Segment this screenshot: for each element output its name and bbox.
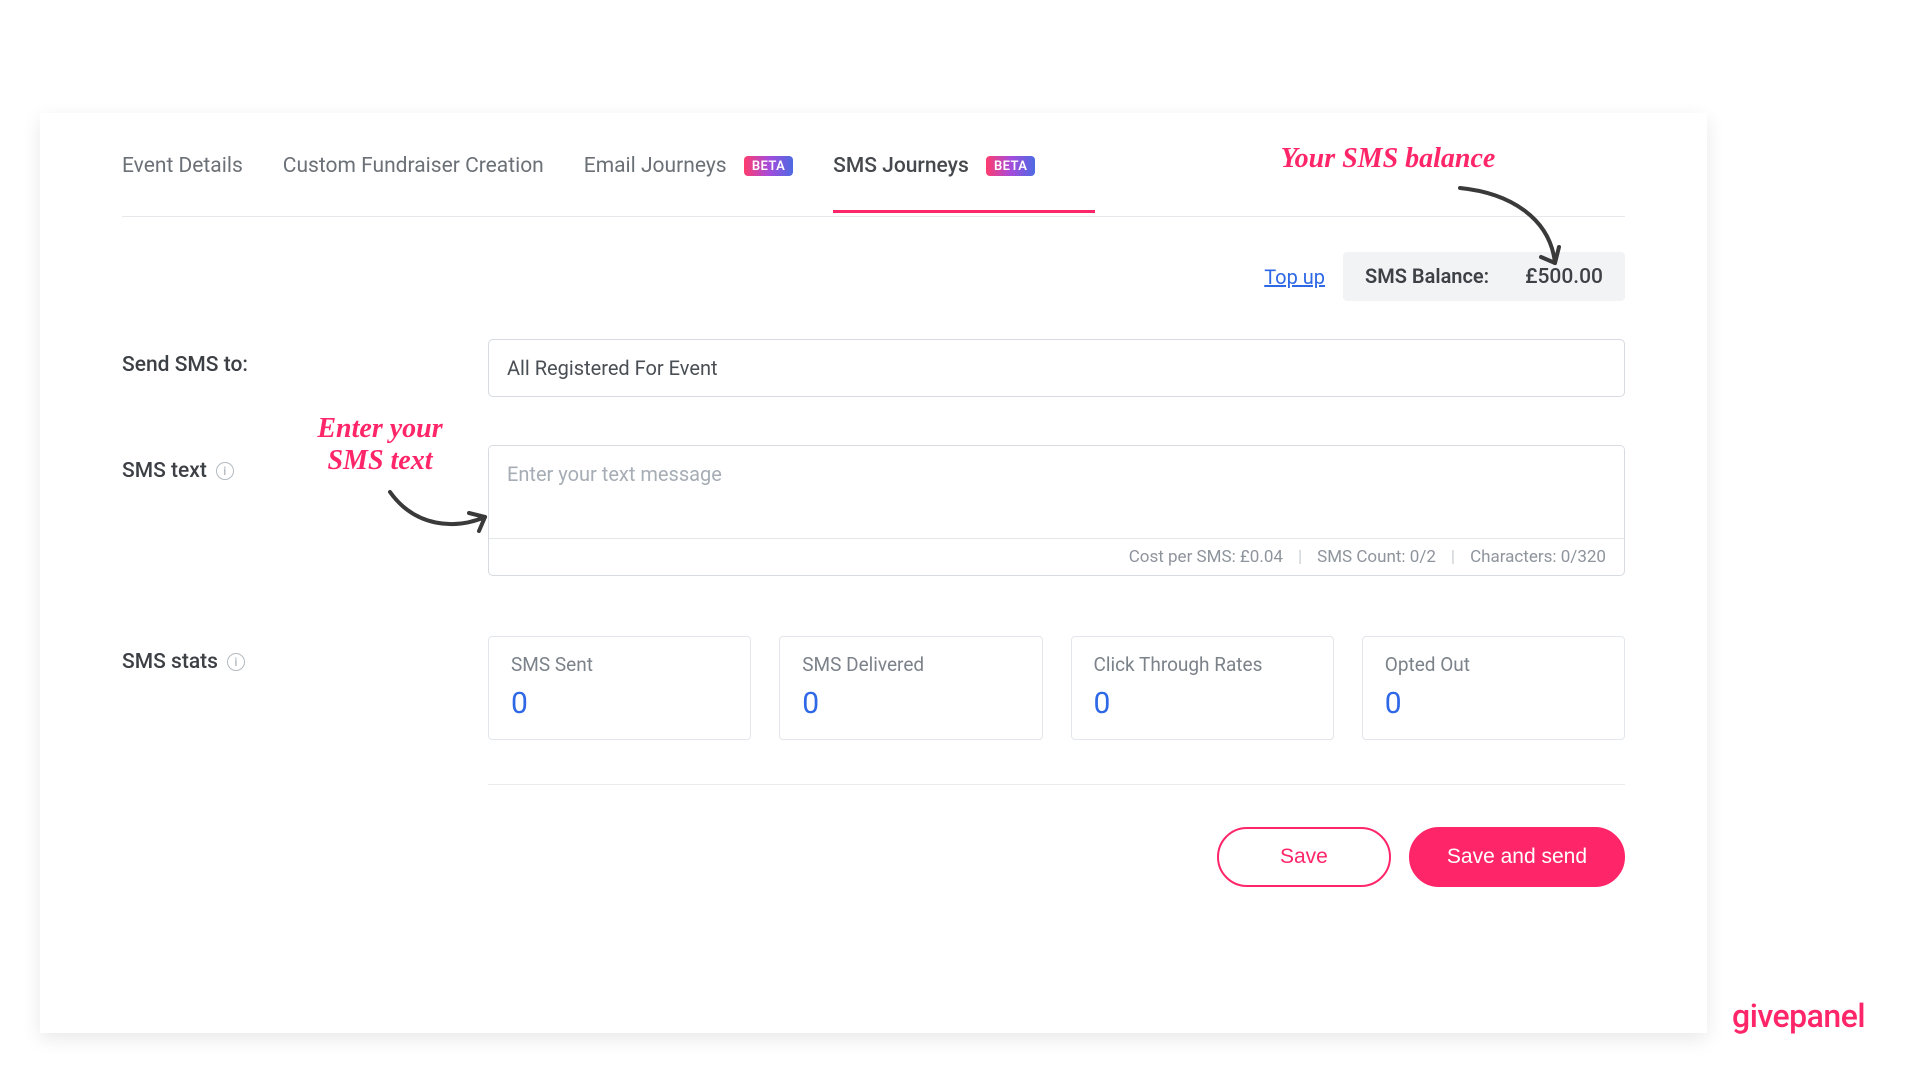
stat-label: Click Through Rates xyxy=(1094,653,1311,676)
stat-card-opted-out: Opted Out 0 xyxy=(1362,636,1625,740)
beta-badge: BETA xyxy=(986,156,1035,176)
send-sms-to-label: Send SMS to: xyxy=(122,339,488,377)
tab-sms-journeys[interactable]: SMS Journeys BETA xyxy=(833,117,1035,212)
stat-card-ctr: Click Through Rates 0 xyxy=(1071,636,1334,740)
footer-divider xyxy=(488,784,1625,785)
stat-value: 0 xyxy=(1385,686,1602,721)
topup-link[interactable]: Top up xyxy=(1264,265,1325,289)
sms-stats-label-text: SMS stats xyxy=(122,650,218,674)
sms-balance-value: £500.00 xyxy=(1525,265,1603,289)
sms-text-input[interactable] xyxy=(489,446,1624,534)
footer-actions: Save Save and send xyxy=(122,827,1625,887)
sms-balance-box: SMS Balance: £500.00 xyxy=(1343,252,1625,301)
info-icon[interactable]: i xyxy=(227,653,245,671)
stat-value: 0 xyxy=(511,686,728,721)
tab-custom-fundraiser-creation[interactable]: Custom Fundraiser Creation xyxy=(283,117,544,212)
save-button[interactable]: Save xyxy=(1217,827,1391,887)
meta-separator: | xyxy=(1298,547,1302,567)
stat-card-sms-delivered: SMS Delivered 0 xyxy=(779,636,1042,740)
stat-label: Opted Out xyxy=(1385,653,1602,676)
tab-label: Email Journeys xyxy=(584,154,727,178)
meta-chars: Characters: 0/320 xyxy=(1470,547,1606,567)
info-icon[interactable]: i xyxy=(216,462,234,480)
row-sms-stats: SMS stats i SMS Sent 0 SMS Delivered 0 xyxy=(122,636,1625,740)
send-sms-to-select[interactable]: All Registered For Event xyxy=(488,339,1625,397)
beta-badge: BETA xyxy=(744,156,793,176)
sms-stats-label: SMS stats i xyxy=(122,636,488,674)
meta-separator: | xyxy=(1451,547,1455,567)
stat-label: SMS Delivered xyxy=(802,653,1019,676)
sms-text-meta: Cost per SMS: £0.04 | SMS Count: 0/2 | C… xyxy=(489,538,1624,575)
tab-email-journeys[interactable]: Email Journeys BETA xyxy=(584,117,793,212)
tab-bar: Event Details Custom Fundraiser Creation… xyxy=(122,113,1625,217)
meta-count: SMS Count: 0/2 xyxy=(1317,547,1436,567)
tab-event-details[interactable]: Event Details xyxy=(122,117,243,212)
givepanel-logo: givepanel xyxy=(1732,997,1865,1035)
sms-text-label: SMS text i xyxy=(122,445,488,483)
settings-panel: Event Details Custom Fundraiser Creation… xyxy=(40,113,1707,1033)
sms-text-label-text: SMS text xyxy=(122,459,207,483)
save-and-send-button[interactable]: Save and send xyxy=(1409,827,1625,887)
stat-card-sms-sent: SMS Sent 0 xyxy=(488,636,751,740)
tab-label: SMS Journeys xyxy=(833,154,969,178)
balance-row: Top up SMS Balance: £500.00 xyxy=(122,252,1625,301)
stat-value: 0 xyxy=(802,686,1019,721)
sms-text-field-wrap: Cost per SMS: £0.04 | SMS Count: 0/2 | C… xyxy=(488,445,1625,576)
row-send-sms-to: Send SMS to: All Registered For Event xyxy=(122,339,1625,397)
stat-value: 0 xyxy=(1094,686,1311,721)
stat-label: SMS Sent xyxy=(511,653,728,676)
meta-cost: Cost per SMS: £0.04 xyxy=(1129,547,1283,567)
active-tab-underline xyxy=(833,210,1095,213)
row-sms-text: SMS text i Cost per SMS: £0.04 | SMS Cou… xyxy=(122,445,1625,576)
sms-balance-label: SMS Balance: xyxy=(1365,264,1489,288)
